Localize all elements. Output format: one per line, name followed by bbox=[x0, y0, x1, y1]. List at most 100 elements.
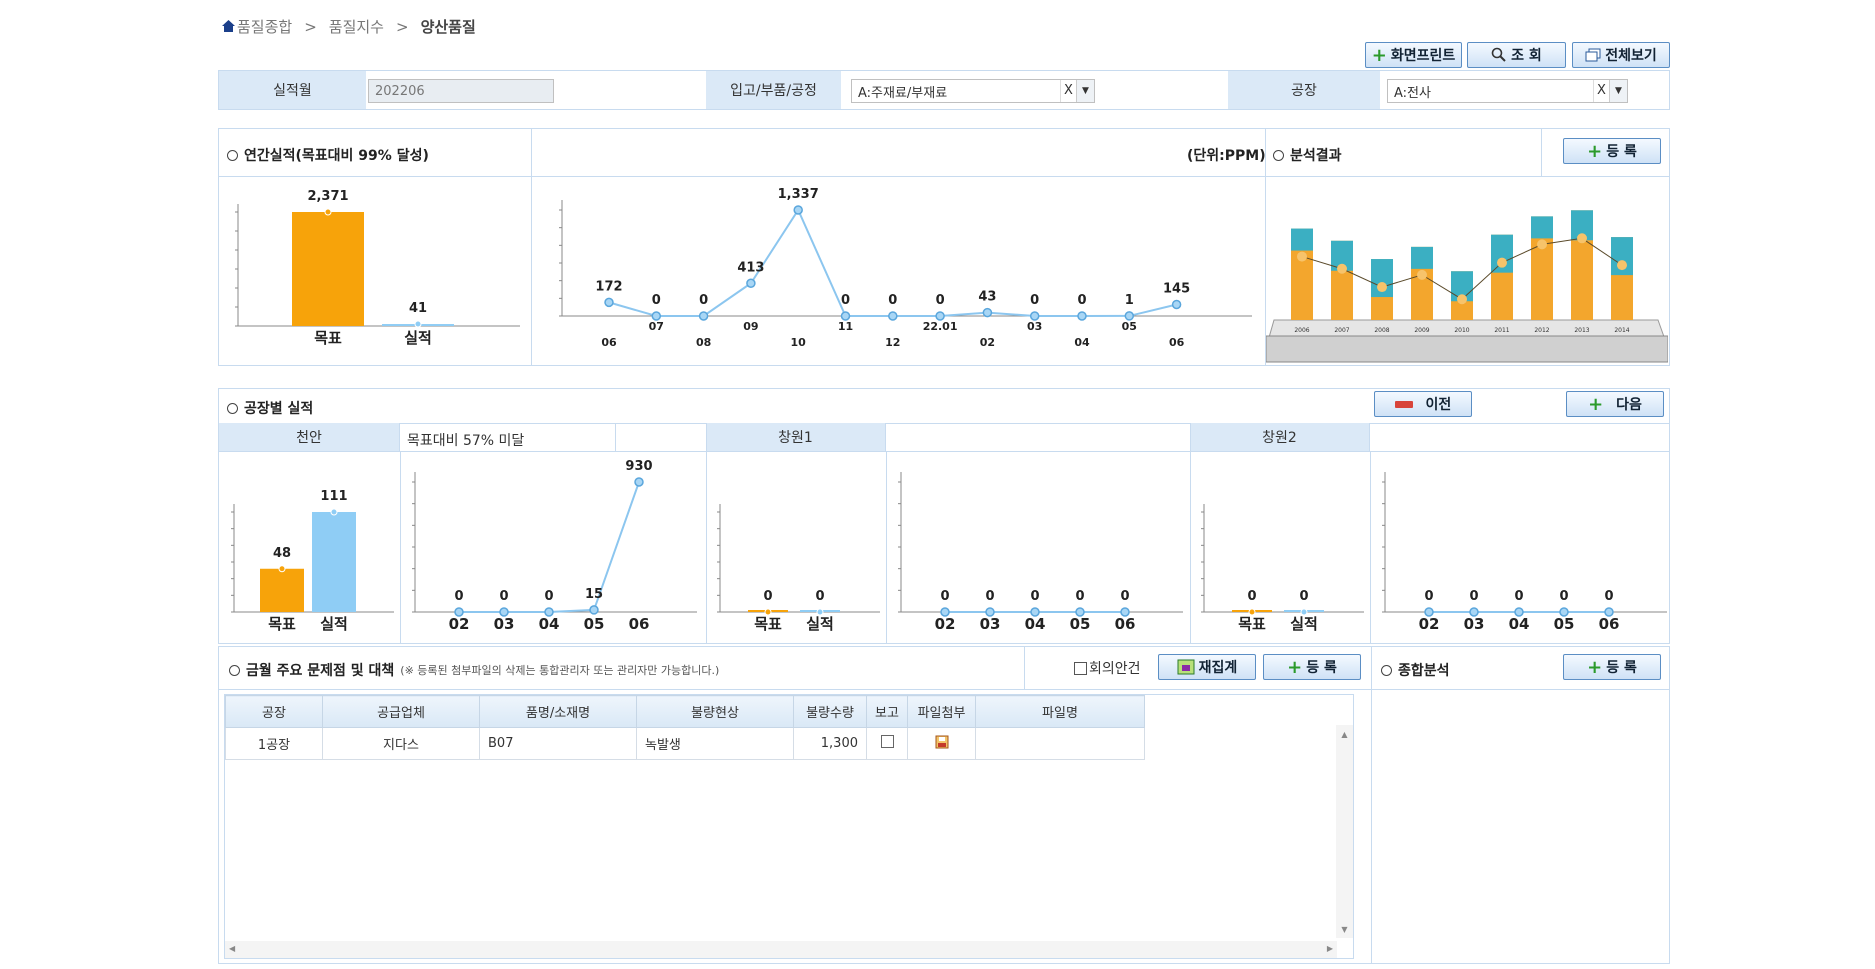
vertical-scrollbar[interactable]: ▲ ▼ bbox=[1336, 725, 1353, 938]
data-label: 0 bbox=[1120, 589, 1129, 604]
scroll-right-icon[interactable]: ▶ bbox=[1327, 944, 1333, 953]
data-label: 0 bbox=[940, 589, 949, 604]
clear-icon[interactable]: X bbox=[1060, 80, 1076, 102]
chart-point bbox=[698, 311, 709, 321]
scroll-down-icon[interactable]: ▼ bbox=[1336, 925, 1353, 934]
breadcrumb-separator: > bbox=[395, 17, 409, 36]
tick-label: 22.01 bbox=[923, 320, 958, 333]
chart-point bbox=[414, 320, 422, 328]
tick-label: 03 bbox=[980, 615, 1001, 633]
column-header[interactable]: 파일명 bbox=[975, 695, 1145, 728]
data-label: 0 bbox=[1299, 589, 1308, 604]
tick-label: 04 bbox=[1509, 615, 1530, 633]
column-header[interactable]: 파일첨부 bbox=[907, 695, 976, 728]
data-label: 1,337 bbox=[778, 187, 819, 202]
data-label: 0 bbox=[1075, 589, 1084, 604]
meeting-checkbox[interactable]: 회의안건 bbox=[1074, 658, 1141, 678]
plant1-trend-chart: 0 02 0 03 0 04 15 05 930 06 bbox=[412, 459, 697, 633]
next-button[interactable]: + 다음 bbox=[1566, 391, 1664, 417]
chart-point bbox=[888, 311, 898, 321]
checkbox-icon[interactable] bbox=[880, 735, 894, 748]
column-header[interactable]: 품명/소재명 bbox=[479, 695, 637, 728]
cell-defect: 녹발생 bbox=[636, 727, 794, 760]
tick-label: 05 bbox=[1122, 320, 1137, 333]
scroll-left-icon[interactable]: ◀ bbox=[229, 944, 235, 953]
column-header[interactable]: 공급업체 bbox=[322, 695, 480, 728]
column-header[interactable]: 보고 bbox=[866, 695, 908, 728]
save-icon[interactable] bbox=[935, 735, 949, 749]
bullet-icon bbox=[229, 664, 240, 676]
data-label: 43 bbox=[978, 290, 996, 305]
plant2-trend-chart: 0 02 0 03 0 04 0 05 0 06 bbox=[898, 472, 1183, 633]
fullscreen-button[interactable]: 전체보기 bbox=[1572, 42, 1670, 68]
chart-point bbox=[604, 297, 614, 308]
plus-icon: + bbox=[1371, 44, 1387, 66]
plant-select[interactable]: A:전사 X ▼ bbox=[1387, 79, 1628, 103]
clear-icon[interactable]: X bbox=[1593, 80, 1609, 102]
tick-label: 실적 bbox=[404, 329, 432, 347]
tick-label: 02 bbox=[1419, 615, 1440, 633]
recalc-button[interactable]: 재집계 bbox=[1158, 654, 1256, 680]
plus-icon: + bbox=[1287, 656, 1303, 678]
search-icon bbox=[1491, 47, 1506, 62]
bullet-icon bbox=[227, 402, 238, 414]
chart-point bbox=[1617, 260, 1627, 271]
bullet-icon bbox=[1273, 149, 1284, 161]
tick-label: 05 bbox=[584, 615, 605, 633]
search-button[interactable]: 조 회 bbox=[1467, 42, 1566, 68]
cell-qty: 1,300 bbox=[793, 727, 867, 760]
home-icon bbox=[222, 20, 235, 32]
data-label: 0 bbox=[652, 293, 661, 308]
summary-title: 종합분석 bbox=[1381, 660, 1450, 680]
chevron-down-icon[interactable]: ▼ bbox=[1609, 80, 1627, 102]
plant2-header: 창원1 bbox=[706, 423, 886, 451]
data-label: 0 bbox=[544, 589, 553, 604]
column-header[interactable]: 불량수량 bbox=[793, 695, 867, 728]
tick-label: 06 bbox=[629, 615, 650, 633]
plant-label: 공장 bbox=[1228, 71, 1380, 109]
tick-label: 07 bbox=[649, 320, 664, 333]
cell-report bbox=[866, 727, 908, 760]
tick-label: 12 bbox=[885, 336, 900, 349]
recalc-icon bbox=[1177, 659, 1195, 675]
data-label: 15 bbox=[585, 587, 603, 602]
issues-grid: 공장 공급업체 품명/소재명 불량현상 불량수량 보고 파일첨부 파일명 1공장… bbox=[224, 694, 1354, 959]
chart-point bbox=[278, 565, 286, 573]
analysis-image: 2006 2007 2008 2009 2010 2011 2012 2013 2014 bbox=[1266, 180, 1668, 364]
tick-label: 목표 bbox=[754, 615, 782, 633]
chevron-down-icon[interactable]: ▼ bbox=[1076, 80, 1094, 102]
breadcrumb-home[interactable]: 품질종합 bbox=[222, 16, 292, 37]
tick-label: 04 bbox=[1074, 336, 1090, 349]
tick-label: 실적 bbox=[320, 615, 348, 633]
checkbox-icon[interactable] bbox=[1074, 661, 1087, 675]
table-row[interactable]: 1공장 지다스 B07 녹발생 1,300 bbox=[225, 727, 1145, 760]
tick-label: 2014 bbox=[1614, 327, 1629, 334]
horizontal-scrollbar[interactable]: ◀ ▶ bbox=[225, 941, 1337, 958]
tick-label: 06 bbox=[1599, 615, 1620, 633]
print-button[interactable]: + 화면프린트 bbox=[1365, 42, 1462, 68]
analysis-register-button[interactable]: + 등 록 bbox=[1563, 138, 1661, 164]
filter-bar: 실적월 202206 입고/부품/공정 A:주재료/부재료 X ▼ 공장 A:전… bbox=[218, 70, 1670, 110]
summary-register-button[interactable]: + 등 록 bbox=[1563, 654, 1661, 680]
plant3-trend-chart: 0 02 0 03 0 04 0 05 0 06 bbox=[1382, 472, 1667, 633]
issues-register-button[interactable]: + 등 록 bbox=[1263, 654, 1361, 680]
chart-point bbox=[982, 307, 993, 318]
chart-point bbox=[1337, 263, 1347, 274]
data-label: 0 bbox=[1559, 589, 1568, 604]
type-label: 입고/부품/공정 bbox=[706, 71, 841, 109]
data-label: 0 bbox=[1077, 293, 1086, 308]
tick-label: 05 bbox=[1070, 615, 1091, 633]
plant1-note: 목표대비 57% 미달 bbox=[407, 433, 525, 449]
tick-label: 05 bbox=[1554, 615, 1575, 633]
chart-bar bbox=[312, 512, 356, 612]
cell-filename bbox=[975, 727, 1145, 760]
chart-point bbox=[324, 208, 332, 216]
breadcrumb-level2[interactable]: 품질지수 bbox=[329, 16, 384, 37]
column-header[interactable]: 공장 bbox=[225, 695, 323, 728]
type-select[interactable]: A:주재료/부재료 X ▼ bbox=[851, 79, 1095, 103]
month-input[interactable]: 202206 bbox=[368, 79, 554, 103]
scroll-up-icon[interactable]: ▲ bbox=[1336, 730, 1353, 739]
chart-point bbox=[935, 311, 945, 321]
prev-button[interactable]: 이전 bbox=[1374, 391, 1472, 417]
column-header[interactable]: 불량현상 bbox=[636, 695, 794, 728]
